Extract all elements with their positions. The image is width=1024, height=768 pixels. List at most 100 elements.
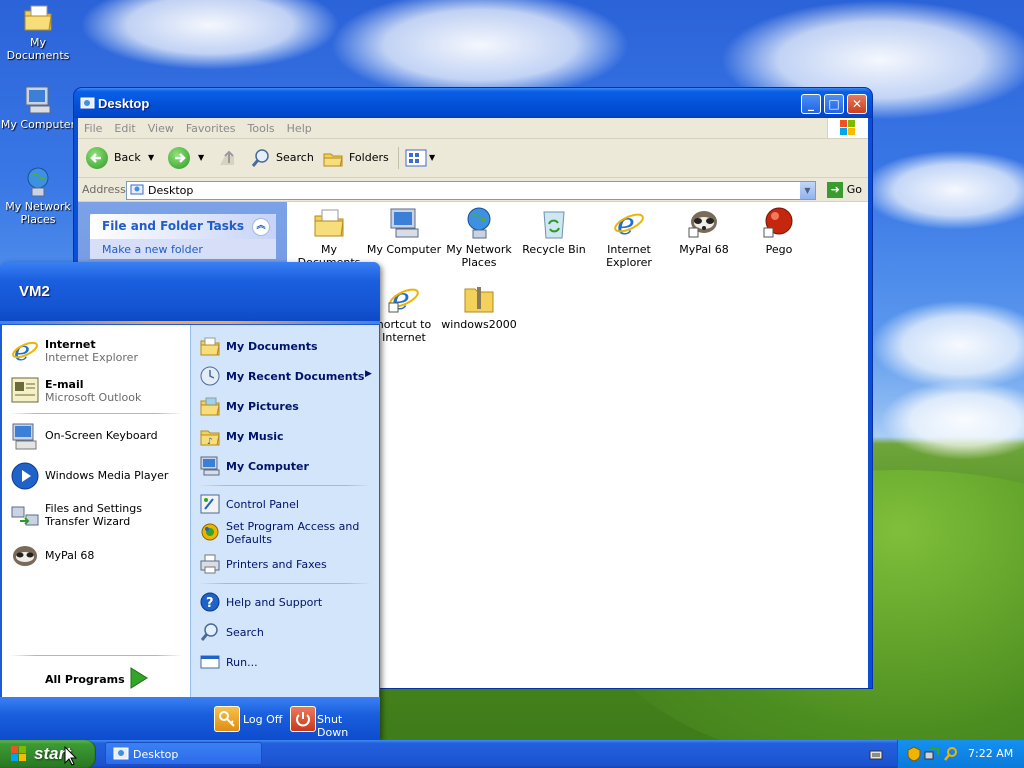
- media-player-icon: [10, 461, 40, 491]
- collapse-chevron-icon[interactable]: ︽: [252, 218, 270, 236]
- go-button[interactable]: ➜ Go: [827, 181, 862, 199]
- internet-explorer-icon: e: [612, 206, 646, 242]
- folder-window-icon: [80, 95, 95, 110]
- item-windows2000[interactable]: windows2000: [439, 281, 519, 331]
- up-folder-button[interactable]: [216, 147, 238, 169]
- recent-label: Windows Media Player: [45, 469, 169, 482]
- pinned-internet-title: Internet: [45, 338, 96, 351]
- menu-bar: File Edit View Favorites Tools Help: [78, 118, 868, 139]
- title-bar[interactable]: Desktop _ □ ✕: [74, 88, 872, 118]
- my-documents-icon: [22, 2, 54, 34]
- menu-help[interactable]: Help: [281, 118, 318, 135]
- network-places-icon: [22, 166, 54, 198]
- desktop-icon-my-documents[interactable]: My Documents: [0, 2, 78, 62]
- right-search[interactable]: Search: [197, 619, 375, 645]
- right-my-computer[interactable]: My Computer: [197, 453, 375, 479]
- panel-header[interactable]: File and Folder Tasks ︽: [90, 214, 276, 239]
- pinned-email-subtitle: Microsoft Outlook: [45, 391, 142, 404]
- menu-file[interactable]: File: [78, 118, 108, 135]
- menu-edit[interactable]: Edit: [108, 118, 141, 135]
- right-help-support[interactable]: ? Help and Support: [197, 589, 375, 615]
- right-my-documents[interactable]: My Documents: [197, 333, 375, 359]
- close-icon: ✕: [851, 97, 863, 111]
- user-name: VM2: [19, 283, 50, 300]
- power-icon: [290, 706, 316, 732]
- item-network-places[interactable]: My Network Places: [439, 206, 519, 269]
- item-label: MyPal 68: [679, 243, 729, 256]
- item-my-computer[interactable]: My Computer: [364, 206, 444, 256]
- svg-text:♪: ♪: [207, 437, 213, 447]
- recent-label: MyPal 68: [45, 549, 95, 562]
- separator: [199, 583, 371, 584]
- help-support-label: Help and Support: [226, 596, 323, 609]
- forward-dropdown-icon[interactable]: ▼: [198, 147, 204, 169]
- item-label: Recycle Bin: [522, 243, 586, 256]
- taskbar-button-desktop[interactable]: Desktop: [105, 742, 262, 765]
- all-programs-button[interactable]: All Programs: [42, 665, 162, 691]
- run-label: Run...: [226, 656, 258, 669]
- views-button[interactable]: ▼: [398, 147, 443, 169]
- transfer-wizard-icon: [10, 501, 40, 531]
- item-label: windows2000: [441, 318, 517, 331]
- item-recycle-bin[interactable]: Recycle Bin: [514, 206, 594, 256]
- right-control-panel[interactable]: Control Panel: [197, 491, 375, 517]
- system-tray: 7:22 AM: [897, 740, 1024, 768]
- folders-button[interactable]: Folders: [322, 147, 389, 169]
- printer-icon: [199, 553, 221, 575]
- panel-title: File and Folder Tasks: [102, 219, 245, 233]
- right-run[interactable]: Run...: [197, 649, 375, 675]
- search-tray-icon[interactable]: [943, 746, 959, 762]
- close-button[interactable]: ✕: [847, 94, 867, 114]
- make-new-folder-link[interactable]: Make a new folder: [90, 239, 276, 259]
- menu-tools[interactable]: Tools: [242, 118, 281, 135]
- submenu-arrow-icon: ▶: [365, 369, 372, 379]
- security-shield-icon[interactable]: [907, 746, 921, 762]
- svg-text:e: e: [617, 207, 635, 240]
- right-my-recent-documents[interactable]: My Recent Documents ▶: [197, 363, 375, 389]
- address-dropdown-icon[interactable]: ▼: [800, 182, 815, 199]
- recycle-bin-icon: [537, 206, 571, 240]
- address-input[interactable]: Desktop ▼: [126, 181, 816, 200]
- recent-documents-icon: [199, 365, 221, 387]
- item-mypal[interactable]: MyPal 68: [664, 206, 744, 256]
- pinned-email[interactable]: E-mail Microsoft Outlook: [10, 373, 188, 407]
- search-button[interactable]: Search: [250, 147, 314, 169]
- control-panel-icon: [199, 493, 221, 515]
- right-my-music[interactable]: ♪ My Music: [197, 423, 375, 449]
- shut-down-button[interactable]: Shut Down: [290, 706, 376, 739]
- right-set-program-access[interactable]: Set Program Access and Defaults: [197, 519, 375, 546]
- toolbar: Back ▼ ▼ Search Folders ▼: [78, 139, 868, 178]
- maximize-button[interactable]: □: [824, 94, 844, 114]
- network-tray-icon[interactable]: [924, 746, 940, 762]
- menu-view[interactable]: View: [142, 118, 180, 135]
- minimize-button[interactable]: _: [801, 94, 821, 114]
- my-computer-icon: [22, 84, 54, 116]
- pinned-internet[interactable]: e Internet Internet Explorer: [10, 333, 188, 367]
- cloud: [860, 150, 1024, 230]
- start-button[interactable]: start: [0, 740, 96, 768]
- desktop-icon-label: My Network Places: [5, 200, 71, 226]
- address-value: Desktop: [148, 184, 194, 197]
- my-music-label: My Music: [226, 430, 284, 443]
- windows-flag-icon: [840, 120, 856, 136]
- search-label: Search: [226, 626, 264, 639]
- back-dropdown-icon[interactable]: ▼: [148, 147, 154, 169]
- search-icon: [251, 149, 269, 167]
- item-pego[interactable]: Pego: [739, 206, 819, 256]
- right-my-pictures[interactable]: My Pictures: [197, 393, 375, 419]
- item-my-documents[interactable]: My Documents: [289, 206, 369, 269]
- item-internet-explorer[interactable]: e Internet Explorer: [589, 206, 669, 269]
- keyboard-tray-icon[interactable]: [869, 748, 883, 762]
- recent-on-screen-keyboard[interactable]: On-Screen Keyboard: [10, 419, 188, 453]
- desktop-icon-my-computer[interactable]: My Computer: [0, 84, 78, 131]
- recent-windows-media-player[interactable]: Windows Media Player: [10, 459, 188, 493]
- right-printers-faxes[interactable]: Printers and Faxes: [197, 551, 375, 577]
- recent-files-settings-wizard[interactable]: Files and Settings Transfer Wizard: [10, 499, 188, 533]
- ie-shortcut-icon: e: [387, 281, 421, 317]
- desktop-icon-network-places[interactable]: My Network Places: [0, 166, 78, 226]
- my-pictures-icon: [199, 395, 221, 417]
- log-off-button[interactable]: Log Off: [214, 706, 284, 732]
- menu-favorites[interactable]: Favorites: [180, 118, 242, 135]
- up-arrow-icon: [220, 150, 234, 165]
- recent-mypal[interactable]: MyPal 68: [10, 539, 188, 573]
